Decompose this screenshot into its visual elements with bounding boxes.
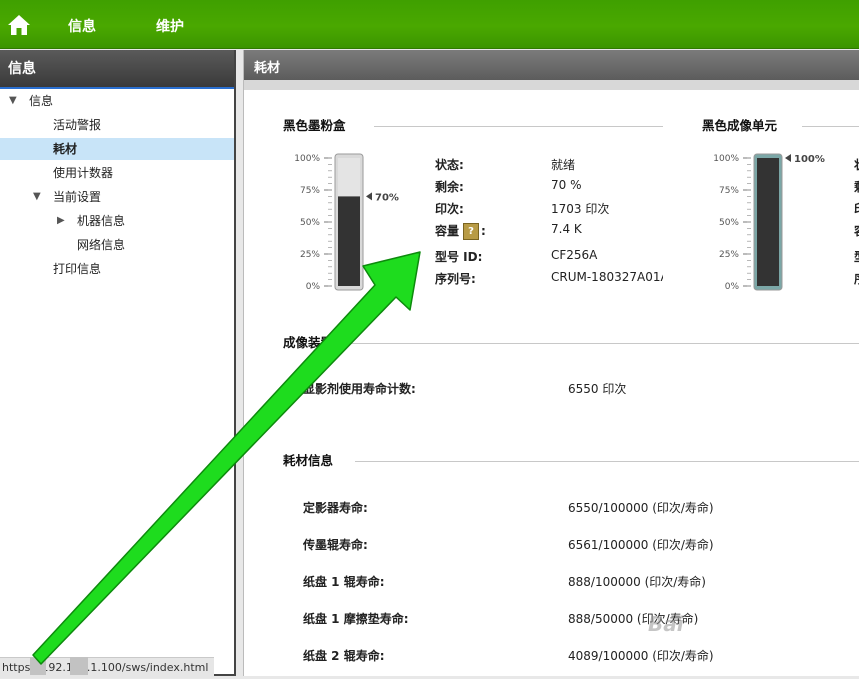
developer-life-label: 显影剂使用寿命计数: [303,382,416,396]
toner-level-gauge: 100% 75% 50% 25% 0% 70% [294,153,399,292]
sidebar-item-label: 使用计数器 [53,166,114,180]
serial-value: CRUM-180327A01AE [551,270,663,284]
tray1-pad-life-label: 纸盘 1 摩擦垫寿命: [303,612,409,626]
serial-label: 序列号: [435,272,476,286]
gauge-fill [757,158,779,286]
divider [374,126,663,127]
tray2-roller-life-value: 4089/100000 (印次/寿命) [568,649,714,663]
gauge-tick-label: 50% [300,218,320,228]
remaining-value: 70 % [551,178,582,192]
gauge-level-label: 70% [375,192,399,203]
sidebar-item-current-settings[interactable]: ▼ 当前设置 [0,186,234,208]
transfer-roller-life-value: 6561/100000 (印次/寿命) [568,538,714,552]
toner-section-title: 黑色墨粉盒 [283,118,346,133]
watermark-logo: Bai [648,612,684,636]
imaging-detail-label: 剩 [854,178,859,195]
developer-life-value: 6550 印次 [568,382,627,396]
status-label: 状态: [435,158,464,172]
gauge-tick-label: 75% [300,186,320,196]
main-panel: 耗材 黑色墨粉盒 100% 75% 50% 25% 0% 70% 状态: 就绪 剩余: 7… [243,50,859,676]
gauge-tick-label: 0% [306,282,321,292]
sidebar-item-active-alerts[interactable]: 活动警报 [0,114,234,136]
gauge-level-label: 100% [794,154,825,165]
sidebar-item-label: 耗材 [53,142,78,156]
status-segment [30,657,46,675]
impressions-value: 1703 印次 [551,202,610,216]
top-nav-bar: 信息 维护 [0,0,859,49]
sidebar-item-usage-counters[interactable]: 使用计数器 [0,162,234,184]
gauge-pointer [366,192,372,201]
model-id-value: CF256A [551,248,598,262]
sidebar: 信息 ▼ 信息 活动警报 耗材 使用计数器 ▼ 当前设置 ▶ 机器信息 网络信息… [0,50,236,676]
tray1-roller-life-value: 888/100000 (印次/寿命) [568,575,706,589]
sidebar-item-label: 网络信息 [77,238,126,252]
gauge-tick-label: 25% [719,250,739,260]
sidebar-item-network-info[interactable]: 网络信息 [0,234,234,256]
tray2-roller-life-label: 纸盘 2 辊寿命: [303,649,385,663]
sidebar-item-label: 当前设置 [53,190,102,204]
supply-info-section-title: 耗材信息 [283,453,334,468]
gauge-tick-label: 75% [719,186,739,196]
help-icon[interactable]: ? [463,223,480,240]
expand-down-icon[interactable]: ▼ [9,90,17,112]
imaging-detail-label: 状 [854,156,859,173]
expand-down-icon[interactable]: ▼ [33,186,41,208]
sidebar-item-info[interactable]: ▼ 信息 [0,90,234,112]
gauge-pointer [785,154,791,162]
capacity-value: 7.4 K [551,222,582,236]
gauge-tick-label: 100% [294,154,320,164]
imaging-section-title: 黑色成像单元 [702,118,778,133]
imaging-detail-label: 型 [854,248,859,265]
divider [355,461,859,462]
sidebar-item-machine-info[interactable]: ▶ 机器信息 [0,210,234,232]
expand-right-icon[interactable]: ▶ [57,210,65,232]
tray1-roller-life-label: 纸盘 1 辊寿命: [303,575,385,589]
imaging-level-gauge: 100% 75% 50% 25% 0% 100% [713,153,825,292]
sidebar-item-supplies[interactable]: 耗材 [0,138,234,160]
model-id-label: 型号 ID: [435,250,483,264]
gauge-tick-label: 0% [725,282,740,292]
sidebar-item-label: 打印信息 [53,262,102,276]
sidebar-title: 信息 [0,50,234,89]
sidebar-item-label: 机器信息 [77,214,126,228]
status-value: 就绪 [551,158,576,172]
capacity-label-text: 容量 [435,224,460,238]
divider [802,126,859,127]
page-title: 耗材 [244,50,859,90]
impressions-label: 印次: [435,202,464,216]
capacity-label: 容量?: [435,223,486,240]
sidebar-item-print-info[interactable]: 打印信息 [0,258,234,280]
imaging-detail-label: 印 [854,200,859,217]
status-segment [70,657,88,675]
imaging-detail-label: 序 [854,270,859,287]
transfer-roller-life-label: 传墨辊寿命: [303,538,368,552]
fuser-life-label: 定影器寿命: [303,501,368,515]
fuser-life-value: 6550/100000 (印次/寿命) [568,501,714,515]
sidebar-item-label: 信息 [29,94,54,108]
imaging-unit-section-title: 成像装置 [283,335,334,350]
home-icon [8,15,30,35]
gauge-fill [338,196,360,286]
remaining-label: 剩余: [435,180,464,194]
imaging-detail-label: 容 [854,222,859,239]
sidebar-item-label: 活动警报 [53,118,102,132]
gauge-tick-label: 50% [719,218,739,228]
home-button[interactable] [6,13,32,37]
gauge-tick-label: 25% [300,250,320,260]
nav-info[interactable]: 信息 [68,16,96,36]
divider [349,343,859,344]
nav-maintenance[interactable]: 维护 [156,16,184,36]
gauge-tick-label: 100% [713,154,739,164]
